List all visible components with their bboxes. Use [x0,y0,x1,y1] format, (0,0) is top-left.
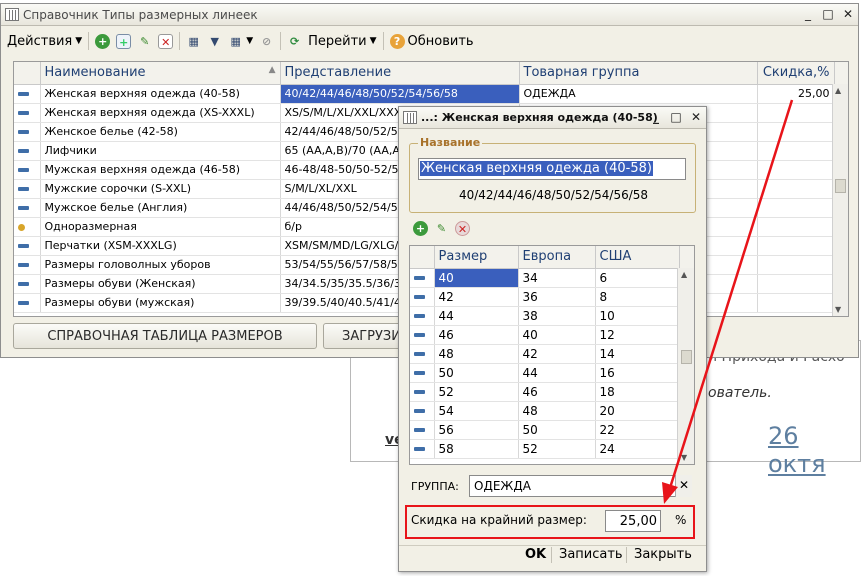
annotation-arrow [662,99,794,504]
arrow-head [662,482,678,504]
arrow-line [668,99,794,489]
